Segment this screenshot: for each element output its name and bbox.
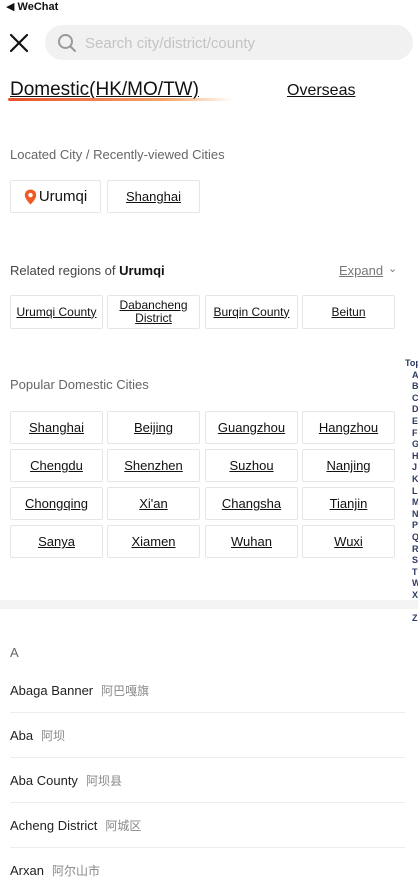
- related-title-city: Urumqi: [119, 263, 165, 278]
- close-icon[interactable]: [8, 32, 30, 54]
- search-box[interactable]: [45, 25, 413, 62]
- letter-section-header: A: [10, 645, 19, 660]
- chevron-down-icon[interactable]: ⌄: [388, 262, 397, 275]
- index-letter[interactable]: H: [412, 451, 418, 463]
- popular-city-chip[interactable]: Xiamen: [107, 525, 200, 558]
- city-list-item[interactable]: Aba 阿坝: [10, 713, 405, 758]
- city-name-zh: 阿坝: [41, 729, 66, 743]
- city-name-zh: 阿坝县: [85, 774, 122, 788]
- popular-city-chip[interactable]: Suzhou: [205, 449, 298, 482]
- active-tab-indicator: [8, 98, 233, 101]
- city-name-en: Acheng District: [10, 818, 98, 833]
- index-letter[interactable]: K: [412, 474, 418, 486]
- alphabet-index[interactable]: Top A B C D E F G H J K L M N P Q R S T …: [404, 358, 418, 625]
- popular-city-chip[interactable]: Wuhan: [205, 525, 298, 558]
- index-letter[interactable]: L: [412, 486, 418, 498]
- index-letter[interactable]: P: [412, 520, 418, 532]
- city-name-zh: 阿巴嘎旗: [101, 684, 150, 698]
- related-region-chip[interactable]: Beitun: [302, 295, 395, 329]
- index-letter[interactable]: T: [412, 567, 418, 579]
- popular-city-chip[interactable]: Tianjin: [302, 487, 395, 520]
- city-list-item[interactable]: Aba County 阿坝县: [10, 758, 405, 803]
- city-name-en: Arxan: [10, 863, 44, 878]
- index-letter[interactable]: Z: [412, 613, 418, 625]
- related-region-chip[interactable]: Urumqi County: [10, 295, 103, 329]
- search-icon: [58, 34, 76, 52]
- index-letter[interactable]: E: [412, 416, 418, 428]
- city-name: Aba County 阿坝县: [10, 772, 122, 789]
- current-city-label: Urumqi: [38, 188, 88, 205]
- popular-section-title: Popular Domestic Cities: [10, 377, 149, 392]
- index-letter[interactable]: W: [412, 578, 418, 590]
- section-divider: [0, 600, 418, 609]
- city-name: Abaga Banner 阿巴嘎旗: [10, 682, 149, 699]
- index-letter[interactable]: B: [412, 381, 418, 393]
- location-pin-icon: [24, 189, 37, 204]
- city-name-en: Aba County: [10, 773, 78, 788]
- index-letter[interactable]: Top: [405, 358, 418, 370]
- index-letter[interactable]: J: [412, 462, 418, 474]
- related-region-chip[interactable]: Dabancheng District: [107, 295, 200, 329]
- recent-city-chip[interactable]: Shanghai: [107, 180, 200, 213]
- related-title-prefix: Related regions of: [10, 263, 120, 278]
- city-name: Arxan 阿尔山市: [10, 862, 100, 879]
- index-letter[interactable]: R: [412, 544, 418, 556]
- related-region-chip[interactable]: Burqin County: [205, 295, 298, 329]
- index-letter[interactable]: C: [412, 393, 418, 405]
- index-letter[interactable]: N: [412, 509, 418, 521]
- index-letter[interactable]: G: [412, 439, 418, 451]
- index-letter[interactable]: A: [412, 370, 418, 382]
- popular-city-chip[interactable]: Guangzhou: [205, 411, 298, 444]
- city-name-en: Aba: [10, 728, 34, 743]
- popular-city-chip[interactable]: Wuxi: [302, 525, 395, 558]
- index-letter[interactable]: F: [412, 428, 418, 440]
- related-regions-title: Related regions of Urumqi: [10, 263, 165, 278]
- popular-city-chip[interactable]: Shanghai: [10, 411, 103, 444]
- top-bar: [0, 24, 418, 62]
- current-location-chip[interactable]: Urumqi: [10, 180, 101, 213]
- popular-city-chip[interactable]: Xi'an: [107, 487, 200, 520]
- back-to-wechat[interactable]: ◀ WeChat: [6, 0, 58, 13]
- located-section-title: Located City / Recently-viewed Cities: [10, 147, 225, 162]
- popular-city-chip[interactable]: Nanjing: [302, 449, 395, 482]
- index-letter[interactable]: M: [412, 497, 418, 509]
- index-letter[interactable]: Q: [412, 532, 418, 544]
- index-letter[interactable]: S: [412, 555, 418, 567]
- search-input[interactable]: [83, 25, 397, 62]
- popular-city-chip[interactable]: Shenzhen: [107, 449, 200, 482]
- index-letter[interactable]: D: [412, 404, 418, 416]
- popular-city-chip[interactable]: Chengdu: [10, 449, 103, 482]
- city-name-zh: 阿城区: [105, 819, 142, 833]
- city-name: Aba 阿坝: [10, 727, 65, 744]
- popular-city-chip[interactable]: Beijing: [107, 411, 200, 444]
- popular-city-chip[interactable]: Changsha: [205, 487, 298, 520]
- city-list-item[interactable]: Abaga Banner 阿巴嘎旗: [10, 668, 405, 713]
- city-name: Acheng District 阿城区: [10, 817, 141, 834]
- popular-city-chip[interactable]: Sanya: [10, 525, 103, 558]
- popular-city-chip[interactable]: Hangzhou: [302, 411, 395, 444]
- city-list-item[interactable]: Acheng District 阿城区: [10, 803, 405, 848]
- city-name-zh: 阿尔山市: [51, 864, 100, 878]
- tab-overseas[interactable]: Overseas: [287, 82, 355, 100]
- expand-button[interactable]: Expand: [339, 263, 383, 278]
- popular-city-chip[interactable]: Chongqing: [10, 487, 103, 520]
- city-list-item[interactable]: Arxan 阿尔山市: [10, 848, 405, 879]
- city-name-en: Abaga Banner: [10, 683, 94, 698]
